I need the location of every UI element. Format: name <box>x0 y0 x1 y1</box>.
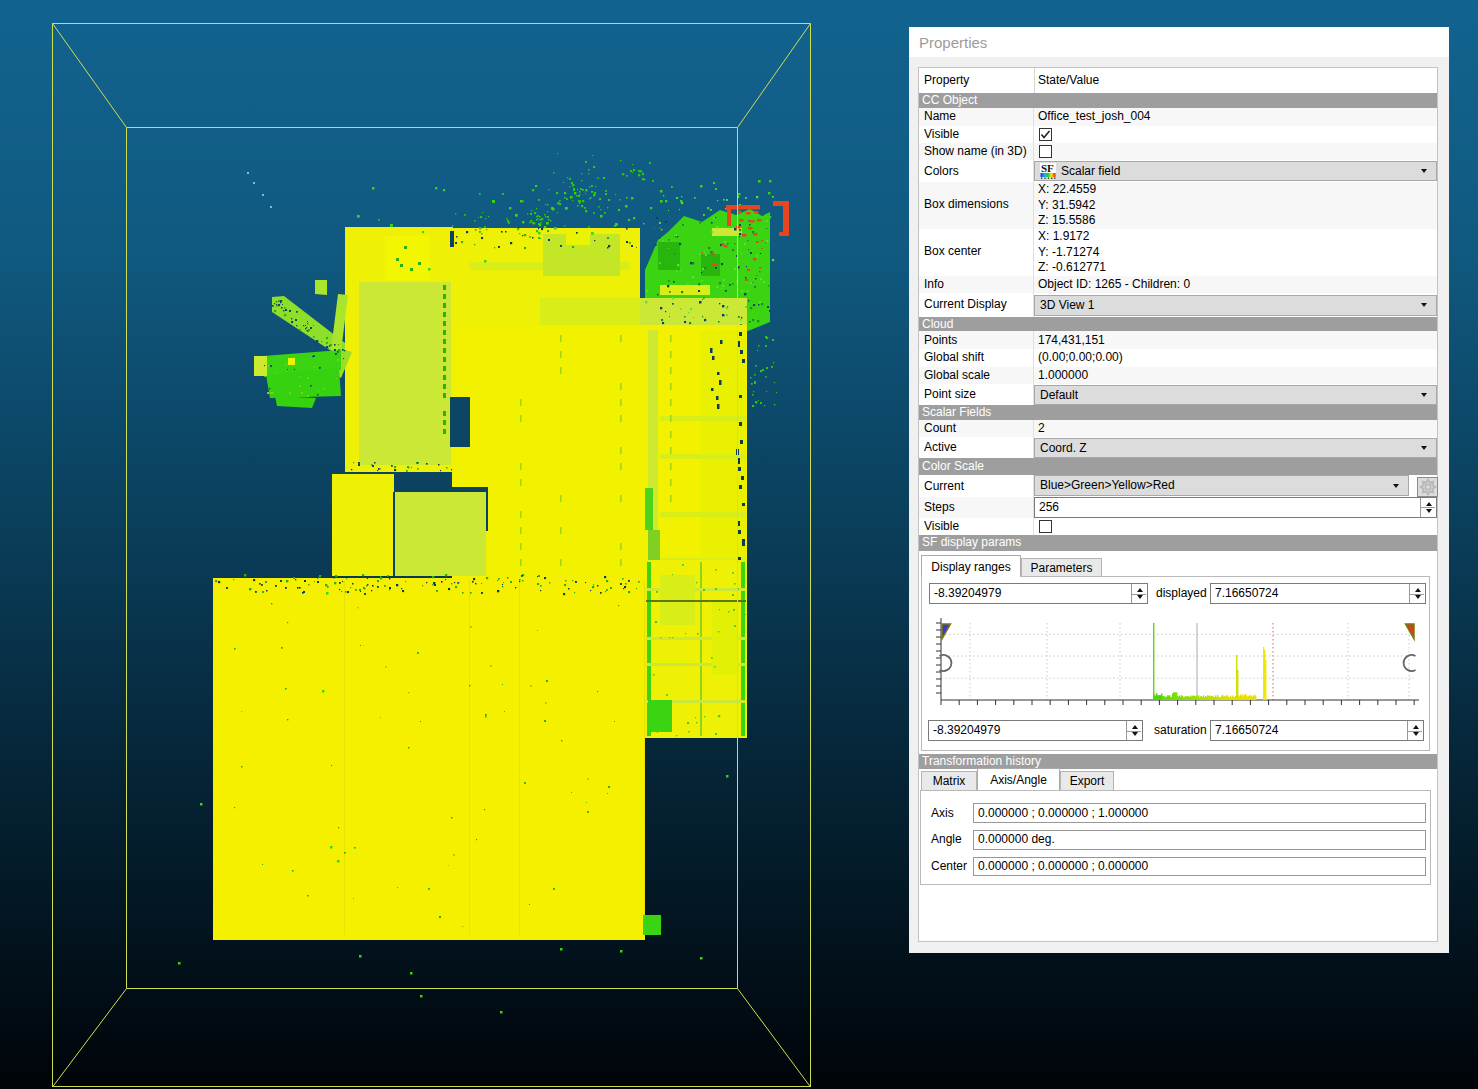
svg-text:SF: SF <box>1041 163 1054 174</box>
